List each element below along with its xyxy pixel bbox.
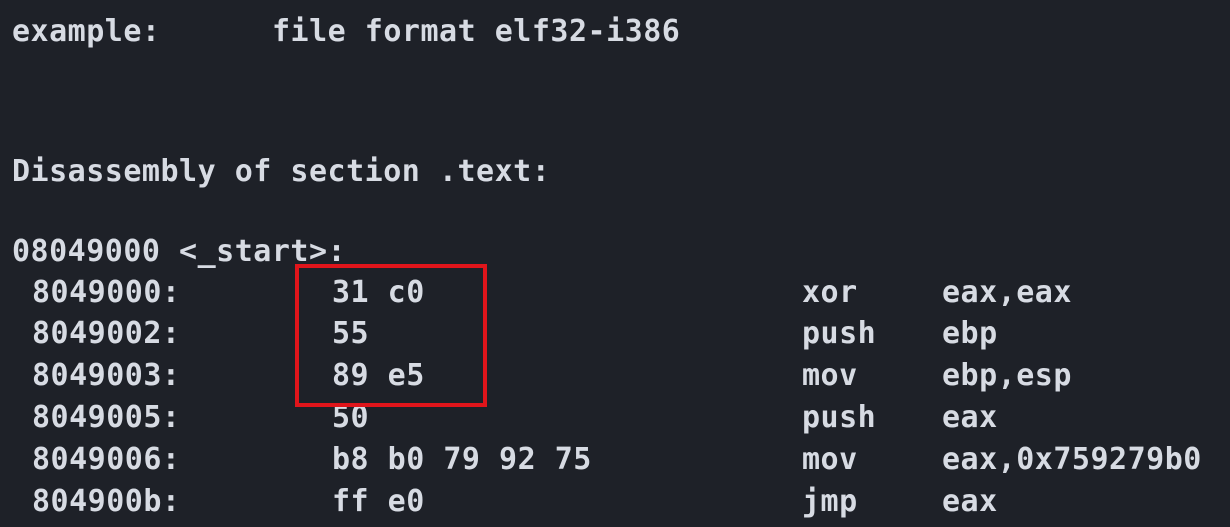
row-bytes: b8 b0 79 92 75 — [332, 442, 592, 477]
row-operands: eax — [942, 400, 998, 435]
row-address: 8049006: — [32, 442, 181, 477]
row-address: 804900b: — [32, 484, 181, 519]
row-mnemonic: jmp — [802, 484, 858, 519]
row-operands: eax,0x759279b0 — [942, 442, 1202, 477]
row-operands: eax — [942, 484, 998, 519]
row-address: 8049002: — [32, 316, 181, 351]
row-address: 8049005: — [32, 400, 181, 435]
highlight-box — [295, 264, 487, 407]
row-mnemonic: mov — [802, 358, 858, 393]
row-bytes: ff e0 — [332, 484, 425, 519]
terminal-window: example: file format elf32-i386 Disassem… — [0, 0, 1230, 527]
row-address: 8049000: — [32, 275, 181, 310]
row-mnemonic: push — [802, 400, 877, 435]
row-mnemonic: xor — [802, 275, 858, 310]
row-mnemonic: mov — [802, 442, 858, 477]
row-operands: eax,eax — [942, 275, 1072, 310]
file-name: example: — [12, 14, 161, 49]
file-format: file format elf32-i386 — [272, 14, 681, 49]
row-operands: ebp,esp — [942, 358, 1072, 393]
row-mnemonic: push — [802, 316, 877, 351]
section-title: Disassembly of section .text: — [12, 154, 551, 189]
row-operands: ebp — [942, 316, 998, 351]
row-address: 8049003: — [32, 358, 181, 393]
